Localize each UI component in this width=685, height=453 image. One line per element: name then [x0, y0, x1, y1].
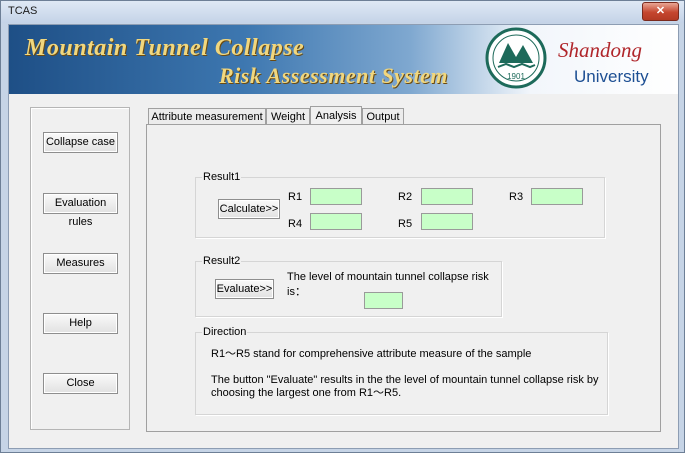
window-title: TCAS [8, 5, 38, 17]
university-logo: 1901 [485, 27, 547, 89]
close-button[interactable]: Close [43, 373, 118, 394]
evaluate-button[interactable]: Evaluate>> [215, 279, 274, 299]
r1-field[interactable] [310, 188, 362, 205]
risk-level-field[interactable] [364, 292, 403, 309]
direction-line2: The button "Evaluate" results in the the… [211, 374, 599, 386]
title-bar[interactable]: TCAS ✕ [1, 1, 684, 23]
result1-legend: Result1 [202, 171, 242, 183]
sidebar-panel: Collapse case Evaluation rules Measures … [30, 107, 130, 430]
direction-group: Direction R1～R5 stand for comprehensive … [195, 326, 608, 415]
r5-label: R5 [398, 218, 413, 230]
r4-field[interactable] [310, 213, 362, 230]
tab-weight[interactable]: Weight [266, 108, 310, 125]
header-banner: Mountain Tunnel Collapse Risk Assessment… [9, 25, 678, 94]
evaluation-rules-button[interactable]: Evaluation rules [43, 193, 118, 228]
direction-legend: Direction [202, 326, 248, 338]
direction-line1: R1～R5 stand for comprehensive attribute … [211, 348, 532, 360]
tab-attribute-measurement[interactable]: Attribute measurement [148, 108, 266, 125]
banner-title-line2: Risk Assessment System [219, 63, 448, 88]
r3-label: R3 [509, 191, 524, 203]
window-close-button[interactable]: ✕ [642, 2, 679, 21]
measures-button[interactable]: Measures [43, 253, 118, 274]
client-area: Mountain Tunnel Collapse Risk Assessment… [8, 24, 679, 449]
direction-line3: choosing the largest one from R1～R5. [211, 387, 402, 399]
tab-analysis[interactable]: Analysis [310, 106, 362, 126]
help-button[interactable]: Help [43, 313, 118, 334]
university-name-line1: Shandong [558, 38, 642, 62]
app-window: TCAS ✕ Mountain Tunnel Collapse Risk Ass… [0, 0, 685, 453]
r4-label: R4 [288, 218, 303, 230]
r3-field[interactable] [531, 188, 583, 205]
collapse-case-button[interactable]: Collapse case [43, 132, 118, 153]
banner-title-line1: Mountain Tunnel Collapse [25, 35, 305, 61]
r2-field[interactable] [421, 188, 473, 205]
r1-label: R1 [288, 191, 303, 203]
analysis-tab-panel: Result1 Calculate>> R1 R2 R3 R4 R5 Resul… [146, 124, 661, 432]
result1-group: Result1 Calculate>> R1 R2 R3 R4 R5 [195, 171, 605, 238]
r5-field[interactable] [421, 213, 473, 230]
result2-group: Result2 Evaluate>> The level of mountain… [195, 255, 502, 317]
result2-legend: Result2 [202, 255, 242, 267]
university-name-line2: University [574, 67, 649, 86]
tab-output[interactable]: Output [362, 108, 404, 125]
r2-label: R2 [398, 191, 413, 203]
calculate-button[interactable]: Calculate>> [218, 199, 280, 219]
logo-year: 1901 [507, 72, 525, 81]
